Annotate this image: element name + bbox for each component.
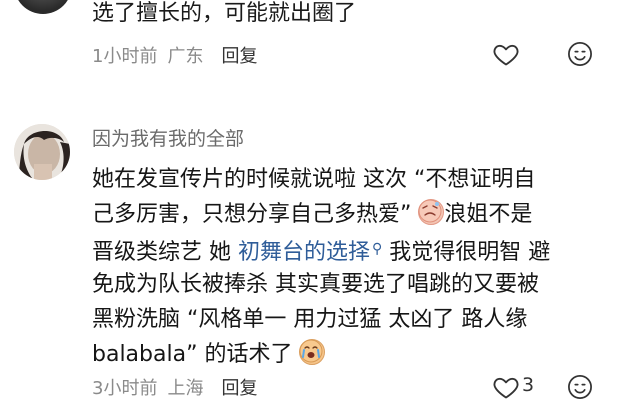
comment-line: 晋级类综艺 她 初舞台的选择 ⚲ 我觉得很明智 避 [92, 232, 632, 267]
username[interactable]: 因为我有我的全部 [92, 124, 244, 151]
comment-line-text: 她在发宣传片的时候就说啦 这次 “不想证明自 [92, 167, 536, 192]
reply-button[interactable]: 回复 [221, 378, 257, 399]
heart-outline-icon[interactable] [492, 40, 520, 68]
comment-text: 她在发宣传片的时候就说啦 这次 “不想证明自 己多厉害，只想分享自己多热爱” 浪… [92, 162, 632, 372]
avatar[interactable] [14, 0, 72, 14]
smiley-icon[interactable] [566, 373, 594, 401]
comment-time: 1小时前 [92, 46, 158, 67]
comment-line-text: 晋级类综艺 她 [92, 240, 238, 265]
comment-line-text: 己多厉害，只想分享自己多热爱” [92, 202, 412, 227]
avatar[interactable] [14, 124, 70, 180]
comment-line: 免成为队长被捧杀 其实真要选了唱跳的又要被 [92, 267, 632, 302]
crying-emoji-icon [299, 339, 326, 365]
comment-line: balabala” 的话术了 [92, 337, 632, 372]
avatar-image [14, 124, 70, 180]
comment-text: 选了擅长的，可能就出圈了 [92, 1, 357, 26]
smiley-icon[interactable] [566, 40, 594, 68]
comment-meta: 1小时前 广东 回复 [92, 42, 257, 68]
heart-outline-icon[interactable] [492, 373, 520, 401]
comment-line: 己多厉害，只想分享自己多热爱” 浪姐不是 [92, 197, 632, 232]
comment-meta: 3小时前 上海 回复 [92, 374, 257, 400]
comment-time: 3小时前 [92, 378, 158, 399]
comment-line-text: 我觉得很明智 避 [382, 240, 551, 265]
comment-line-text: balabala” 的话术了 [92, 342, 293, 367]
comment-line-text: 黑粉洗脑 “风格单一 用力过猛 太凶了 路人缘 [92, 307, 528, 332]
comment-location: 上海 [167, 378, 204, 399]
comment-location: 广东 [167, 46, 204, 67]
comment-line-text: 浪姐不是 [444, 202, 533, 227]
comment-line-text: 免成为队长被捧杀 其实真要选了唱跳的又要被 [92, 272, 539, 297]
reply-button[interactable]: 回复 [221, 46, 257, 67]
like-count: 3 [522, 374, 535, 396]
comment-line: 黑粉洗脑 “风格单一 用力过猛 太凶了 路人缘 [92, 302, 632, 337]
comment-line: 她在发宣传片的时候就说啦 这次 “不想证明自 [92, 162, 632, 197]
sweat-emoji-icon [418, 199, 445, 225]
topic-link[interactable]: 初舞台的选择 [238, 240, 370, 265]
search-icon[interactable]: ⚲ [372, 241, 382, 257]
